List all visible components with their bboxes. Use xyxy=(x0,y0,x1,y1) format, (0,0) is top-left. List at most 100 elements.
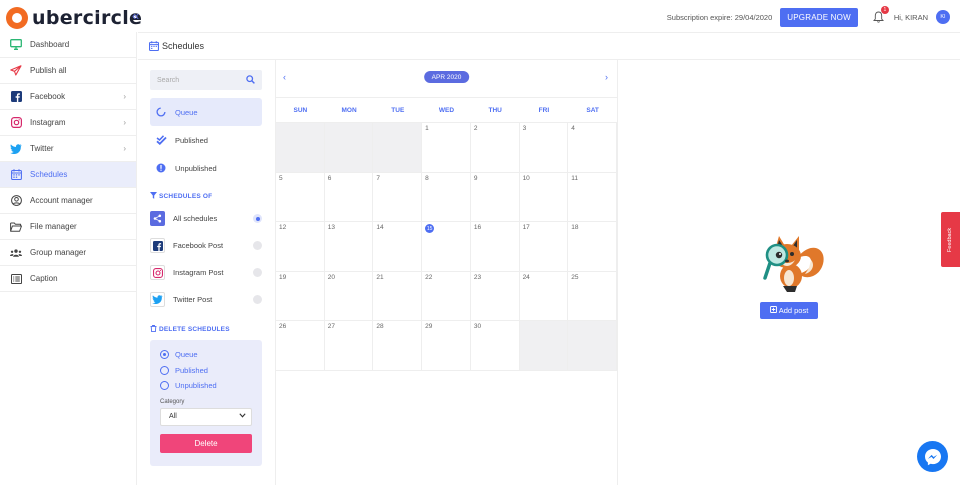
calendar-day-cell[interactable]: 4 xyxy=(568,123,617,173)
next-month-button[interactable]: › xyxy=(605,72,608,82)
calendar-day-cell[interactable]: 2 xyxy=(470,123,520,173)
day-number: 14 xyxy=(376,224,384,231)
calendar-day-cell[interactable]: 3 xyxy=(519,123,569,173)
calendar-day-cell[interactable]: 26 xyxy=(276,321,325,371)
page-title: Schedules xyxy=(162,41,205,51)
calendar-day-cell[interactable]: 25 xyxy=(568,271,617,321)
sidebar-item-label: Caption xyxy=(30,274,58,283)
calendar-day-cell[interactable]: 8 xyxy=(422,172,471,222)
schedule-radio[interactable] xyxy=(253,241,262,250)
calendar-day-cell[interactable]: 24 xyxy=(519,271,569,321)
calendar-day-cell[interactable]: 5 xyxy=(276,172,325,222)
double-chevron-left-icon[interactable]: « xyxy=(132,8,139,23)
bell-icon[interactable]: 1 xyxy=(872,6,889,24)
sidebar-item-group-manager[interactable]: Group manager xyxy=(0,240,136,266)
instagram-icon xyxy=(10,117,22,129)
calendar-icon xyxy=(10,169,22,181)
day-number: 6 xyxy=(327,174,332,182)
radio-button[interactable] xyxy=(160,350,169,360)
calendar-day-cell[interactable]: 11 xyxy=(568,172,617,222)
calendar-day-cell[interactable]: 12 xyxy=(276,222,325,272)
calendar-day-cell[interactable]: 19 xyxy=(276,271,325,321)
day-number: 4 xyxy=(571,125,575,132)
calendar-day-cell[interactable]: 7 xyxy=(373,172,423,222)
twitter-icon xyxy=(150,292,165,307)
calendar-day-cell[interactable]: 14 xyxy=(373,222,423,272)
calendar-day-cell[interactable]: 16 xyxy=(470,222,520,272)
plus-square-icon xyxy=(769,306,777,315)
schedule-radio[interactable] xyxy=(253,268,262,277)
calendar-day-cell[interactable]: 9 xyxy=(470,172,520,222)
upgrade-button[interactable]: UPGRADE NOW xyxy=(780,7,858,27)
calendar-day-cell[interactable]: 20 xyxy=(324,271,374,321)
delete-option-published[interactable]: Published xyxy=(160,363,252,379)
schedule-radio[interactable] xyxy=(253,295,262,304)
calendar-day-cell[interactable]: 13 xyxy=(324,222,374,272)
calendar-day-cell[interactable]: 6 xyxy=(324,172,374,222)
calendar-day-cell[interactable]: 1 xyxy=(422,123,471,173)
prev-month-button[interactable]: ‹ xyxy=(283,72,286,82)
radio-button[interactable] xyxy=(160,365,169,375)
users-icon xyxy=(10,247,22,259)
search-input[interactable]: Search xyxy=(150,70,262,90)
schedule-twitter[interactable]: Twitter Post xyxy=(150,286,262,313)
app-root: ubercircle « Subscription expire: 29/04/… xyxy=(0,0,960,485)
calendar-cell-empty xyxy=(568,321,617,371)
sidebar-item-file-manager[interactable]: File manager xyxy=(0,214,136,240)
sidebar-item-facebook[interactable]: Facebook › xyxy=(0,84,136,110)
month-label: APR 2020 xyxy=(423,71,470,83)
sidebar-item-caption[interactable]: Caption xyxy=(0,266,136,292)
sidebar-item-label: Account manager xyxy=(30,196,93,205)
logo[interactable]: ubercircle xyxy=(6,6,142,30)
sidebar-item-instagram[interactable]: Instagram › xyxy=(0,110,136,136)
filter-published[interactable]: Published xyxy=(150,126,262,154)
avatar[interactable]: KI xyxy=(936,10,950,24)
filter-unpublished[interactable]: Unpublished xyxy=(150,154,262,182)
calendar-day-cell[interactable]: 21 xyxy=(373,271,423,321)
radio-button[interactable] xyxy=(160,381,169,391)
weekday-fri: FRI xyxy=(538,106,550,114)
delete-option-queue[interactable]: Queue xyxy=(160,347,252,363)
add-post-button[interactable]: Add post xyxy=(760,302,818,319)
user-greeting[interactable]: Hi, KIRAN xyxy=(894,13,928,22)
sidebar-item-schedules[interactable]: Schedules xyxy=(0,162,136,188)
calendar-day-cell[interactable]: 22 xyxy=(422,271,471,321)
category-select[interactable]: All xyxy=(160,407,252,426)
calendar-day-cell[interactable]: 18 xyxy=(568,222,617,272)
sidebar-item-twitter[interactable]: Twitter › xyxy=(0,136,136,162)
calendar-day-cell[interactable]: 17 xyxy=(519,222,569,272)
chevron-right-icon: › xyxy=(123,92,126,101)
sidebar: Dashboard Publish all Facebook › Instagr… xyxy=(0,32,137,485)
sidebar-item-dashboard[interactable]: Dashboard xyxy=(0,32,136,58)
calendar-day-cell[interactable]: 29 xyxy=(422,321,471,371)
calendar-cell-empty xyxy=(373,123,423,173)
filter-queue[interactable]: Queue xyxy=(150,98,262,126)
page-header: Schedules xyxy=(138,32,960,60)
day-number: 28 xyxy=(376,323,384,330)
section-title-text: DELETE SCHEDULES xyxy=(159,326,230,333)
messenger-chat-icon[interactable] xyxy=(917,441,948,472)
schedules-of-title: SCHEDULES OF xyxy=(150,192,262,201)
schedule-instagram[interactable]: Instagram Post xyxy=(150,259,262,286)
sidebar-item-account-manager[interactable]: Account manager xyxy=(0,188,136,214)
day-number: 13 xyxy=(327,224,335,231)
delete-option-unpublished[interactable]: Unpublished xyxy=(160,378,252,394)
calendar-day-cell[interactable]: 28 xyxy=(373,321,423,371)
search-icon[interactable] xyxy=(246,74,255,86)
calendar-day-cell[interactable]: 23 xyxy=(470,271,520,321)
day-number: 26 xyxy=(279,323,287,330)
day-number: 18 xyxy=(571,224,579,231)
calendar-day-cell[interactable]: 10 xyxy=(519,172,569,222)
feedback-tab[interactable]: Feedback xyxy=(941,212,960,267)
schedule-label: Instagram Post xyxy=(173,268,224,277)
day-number: 2 xyxy=(473,125,478,132)
schedule-radio[interactable] xyxy=(253,214,262,223)
calendar-day-cell[interactable]: 27 xyxy=(324,321,374,371)
schedule-all[interactable]: All schedules xyxy=(150,205,262,232)
schedule-facebook[interactable]: Facebook Post xyxy=(150,232,262,259)
fox-mascot-image xyxy=(753,228,825,292)
calendar-day-cell[interactable]: 15 xyxy=(422,222,471,272)
sidebar-item-publish-all[interactable]: Publish all xyxy=(0,58,136,84)
calendar-day-cell[interactable]: 30 xyxy=(470,321,520,371)
delete-button[interactable]: Delete xyxy=(160,433,252,453)
